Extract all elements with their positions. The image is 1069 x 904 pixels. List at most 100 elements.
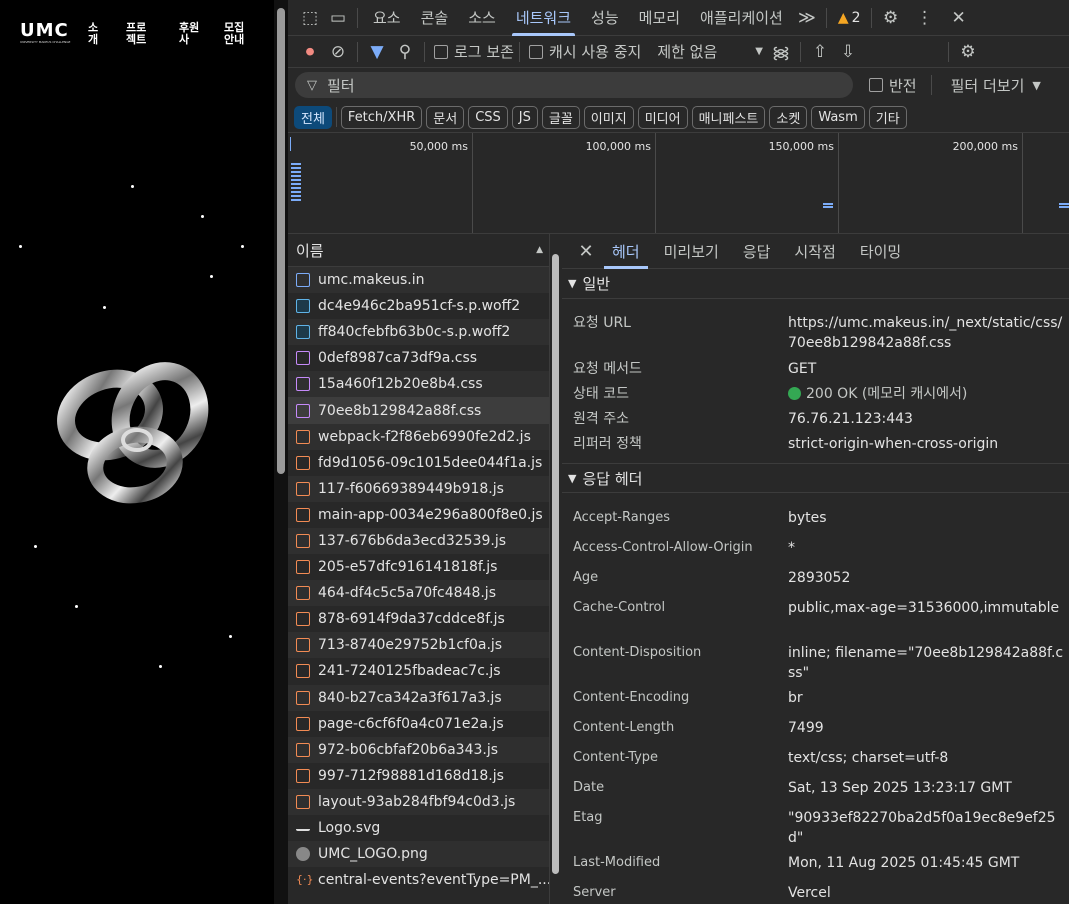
nav-sponsors[interactable]: 후원 사 (179, 22, 209, 46)
request-row[interactable]: 713-8740e29752b1cf0a.js (288, 632, 549, 659)
header-value[interactable]: Sat, 13 Sep 2025 13:23:17 GMT (788, 778, 1069, 808)
scrollbar-thumb[interactable] (552, 254, 559, 874)
tab-timing[interactable]: 타이밍 (848, 234, 913, 269)
request-row[interactable]: dc4e946c2ba951cf-s.p.woff2 (288, 293, 549, 319)
header-value[interactable]: * (788, 538, 1069, 568)
request-row[interactable]: 997-712f98881d168d18.js (288, 763, 549, 789)
invert-checkbox[interactable]: 반전 (869, 75, 917, 96)
type-filter-chip[interactable]: JS (511, 105, 538, 129)
header-value[interactable]: inline; filename="70ee8b129842a88f.css" (788, 643, 1069, 688)
request-row[interactable]: 15a460f12b20e8b4.css (288, 371, 549, 398)
tab-elements[interactable]: 요소 (363, 0, 411, 36)
type-filter-chip[interactable]: Wasm (811, 105, 865, 129)
header-value[interactable]: br (788, 688, 1069, 718)
header-value[interactable]: text/css; charset=utf-8 (788, 748, 1069, 778)
header-value[interactable]: GET (788, 359, 1069, 384)
header-value[interactable]: strict-origin-when-cross-origin (788, 434, 1069, 458)
more-options-icon[interactable]: ⋮ (911, 4, 939, 32)
close-devtools-icon[interactable]: ✕ (945, 4, 973, 32)
type-filter-chip[interactable]: 문서 (426, 105, 465, 129)
import-har-icon[interactable]: ⇧ (806, 38, 834, 66)
request-row[interactable]: webpack-f2f86eb6990fe2d2.js (288, 423, 549, 450)
close-detail-icon[interactable]: ✕ (572, 237, 600, 265)
filter-input[interactable]: ▽ 필터 (295, 72, 853, 98)
website-scrollbar[interactable] (274, 0, 288, 904)
request-row[interactable]: 972-b06cbfaf20b6a343.js (288, 736, 549, 763)
request-row[interactable]: main-app-0034e296a800f8e0.js (288, 502, 549, 528)
request-row[interactable]: fd9d1056-09c1015dee044f1a.js (288, 450, 549, 476)
request-row[interactable]: UMC_LOGO.png (288, 841, 549, 868)
tab-response[interactable]: 응답 (731, 234, 783, 269)
tab-performance[interactable]: 성능 (581, 0, 629, 36)
network-settings-icon[interactable]: ⚙ (954, 38, 982, 66)
network-overview-timeline[interactable]: 50,000 ms 100,000 ms 150,000 ms 200,000 … (288, 132, 1069, 234)
header-value[interactable]: https://umc.makeus.in/_next/static/css/7… (788, 313, 1069, 359)
request-row[interactable]: 840-b27ca342a3f617a3.js (288, 684, 549, 711)
tab-headers[interactable]: 헤더 (600, 234, 652, 269)
request-row[interactable]: 878-6914f9da37cddce8f.js (288, 606, 549, 632)
header-value[interactable]: Mon, 11 Aug 2025 01:45:45 GMT (788, 853, 1069, 883)
request-row[interactable]: layout-93ab284fbf94c0d3.js (288, 788, 549, 815)
settings-gear-icon[interactable]: ⚙ (877, 4, 905, 32)
umc-logo[interactable]: UMC UNIVERSITY MAKEUS CHALLENGE (20, 22, 70, 45)
request-row[interactable]: 117-f60669389449b918.js (288, 475, 549, 502)
device-toolbar-icon[interactable]: ▭ (324, 4, 352, 32)
type-filter-chip[interactable]: 소켓 (769, 105, 808, 129)
request-row[interactable]: 0def8987ca73df9a.css (288, 345, 549, 371)
request-row[interactable]: Logo.svg (288, 815, 549, 841)
type-filter-chip[interactable]: CSS (468, 105, 508, 129)
request-row[interactable]: 137-676b6da3ecd32539.js (288, 527, 549, 555)
request-row[interactable]: 464-df4c5c5a70fc4848.js (288, 580, 549, 607)
nav-projects[interactable]: 프로 젝트 (126, 22, 156, 46)
header-value[interactable]: Vercel (788, 883, 1069, 904)
clear-icon[interactable]: ⊘ (324, 38, 352, 66)
request-row[interactable]: page-c6cf6f0a4c071e2a.js (288, 711, 549, 737)
name-column-header[interactable]: 이름 ▲ (288, 234, 549, 267)
type-filter-chip[interactable]: 글꼴 (541, 105, 580, 129)
tab-initiator[interactable]: 시작점 (782, 234, 847, 269)
request-row[interactable]: 70ee8b129842a88f.css (288, 397, 549, 424)
nav-intro[interactable]: 소개 (88, 22, 118, 46)
record-stop-icon[interactable]: ⏺ (296, 38, 324, 66)
export-har-icon[interactable]: ⇩ (834, 38, 862, 66)
request-row[interactable]: umc.makeus.in (288, 267, 549, 294)
type-filter-chip[interactable]: 이미지 (583, 105, 634, 129)
tab-console[interactable]: 콘솔 (411, 0, 459, 36)
type-filter-chip[interactable]: Fetch/XHR (340, 105, 423, 129)
request-row[interactable]: 205-e57dfc916141818f.js (288, 554, 549, 580)
disable-cache-checkbox[interactable]: 캐시 사용 중지 (528, 41, 641, 62)
warnings-button[interactable]: ▲ 2 (838, 10, 861, 26)
inspect-element-icon[interactable]: ⬚ (296, 4, 324, 32)
request-row[interactable]: {·} central-events?eventType=PM_... (288, 867, 549, 893)
website-scrollbar-thumb[interactable] (277, 8, 285, 474)
request-list-scrollbar[interactable] (550, 234, 562, 904)
filter-funnel-icon[interactable]: ▼ (363, 38, 391, 66)
tab-sources[interactable]: 소스 (458, 0, 506, 36)
tab-network[interactable]: 네트워크 (506, 0, 581, 36)
more-filters-dropdown[interactable]: 필터 더보기 ▼ (951, 75, 1041, 96)
preserve-log-checkbox[interactable]: 로그 보존 (434, 41, 514, 62)
type-filter-chip[interactable]: 매니페스트 (691, 105, 766, 129)
general-section-header[interactable]: ▼ 일반 (562, 269, 1069, 299)
request-row[interactable]: ff840cfebfb63b0c-s.p.woff2 (288, 319, 549, 346)
throttling-select[interactable]: 제한 없음 ▼ (657, 41, 763, 62)
tab-preview[interactable]: 미리보기 (652, 234, 731, 269)
status-value[interactable]: 200 OK (메모리 캐시에서) (788, 384, 1069, 409)
nav-recruit[interactable]: 모집 안내 (224, 22, 254, 46)
header-value[interactable]: public,max-age=31536000,immutable (788, 598, 1069, 643)
search-icon[interactable]: ⚲ (391, 38, 419, 66)
tab-memory[interactable]: 메모리 (629, 0, 690, 36)
header-value[interactable]: "90933ef82270ba2d5f0a19ec8e9ef25d" (788, 808, 1069, 853)
header-value[interactable]: 7499 (788, 718, 1069, 748)
more-tabs-icon[interactable]: ≫ (793, 4, 821, 32)
header-value[interactable]: 2893052 (788, 568, 1069, 598)
request-row[interactable]: 241-7240125fbadeac7c.js (288, 658, 549, 684)
response-headers-section-header[interactable]: ▼ 응답 헤더 (562, 463, 1069, 493)
type-filter-chip[interactable]: 기타 (868, 105, 907, 129)
network-conditions-icon[interactable]: ᯼ (767, 38, 795, 66)
header-value[interactable]: bytes (788, 508, 1069, 538)
tab-application[interactable]: 애플리케이션 (690, 0, 793, 36)
header-value[interactable]: 76.76.21.123:443 (788, 409, 1069, 434)
type-filter-chip[interactable]: 미디어 (637, 105, 688, 129)
type-filter-chip[interactable]: 전체 (294, 105, 332, 129)
